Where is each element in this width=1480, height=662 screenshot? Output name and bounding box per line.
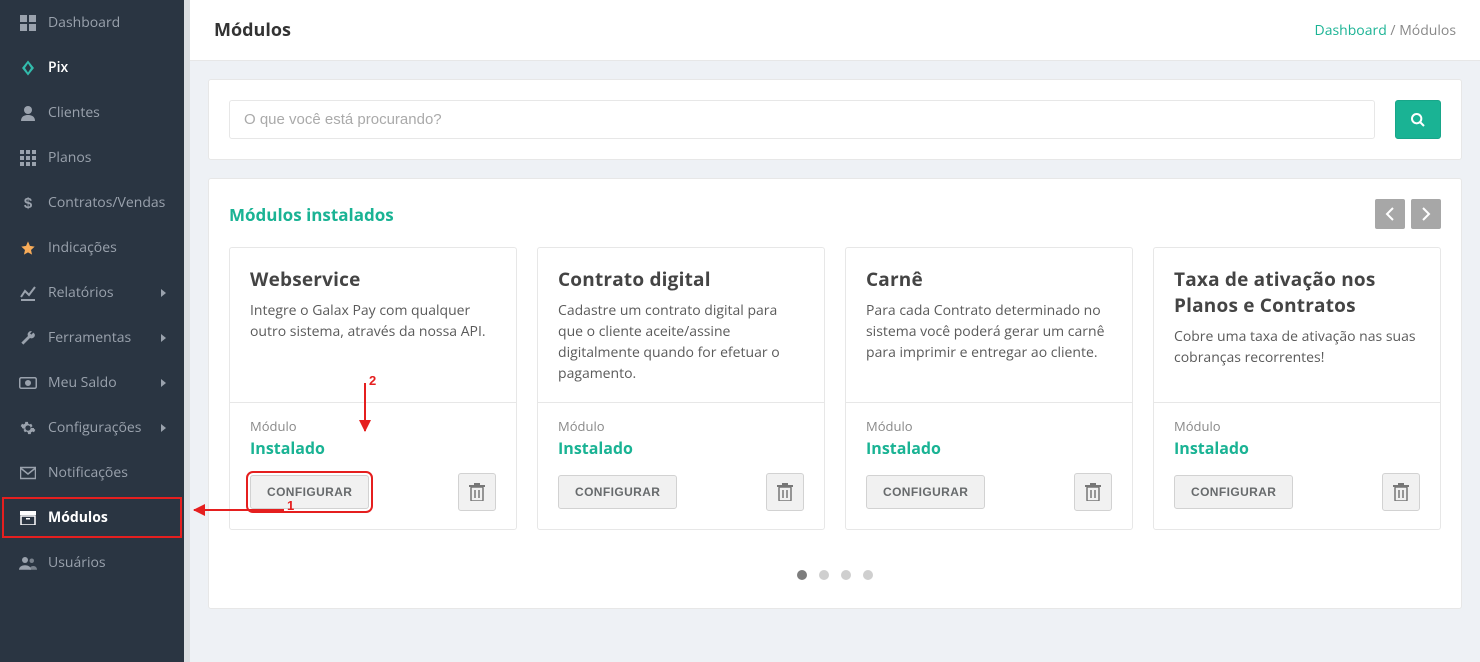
- sidebar-item-label: Módulos: [48, 508, 108, 527]
- gear-icon: [18, 420, 38, 436]
- sidebar-item-meu-saldo[interactable]: Meu Saldo: [0, 360, 184, 405]
- sidebar-item-label: Configurações: [48, 418, 141, 437]
- users-icon: [18, 556, 38, 570]
- module-card-desc: Cadastre um contrato digital para que o …: [558, 300, 804, 384]
- sidebar-item-dashboard[interactable]: Dashboard: [0, 0, 184, 45]
- module-card-title: Contrato digital: [558, 266, 804, 292]
- module-status-label: Módulo: [866, 417, 1112, 435]
- sidebar-item-label: Pix: [48, 58, 68, 77]
- configure-button[interactable]: CONFIGURAR: [558, 475, 677, 509]
- sidebar: Dashboard Pix Clientes Planos $ Contratos/Ven…: [0, 0, 190, 662]
- module-card-title: Taxa de ativação nos Planos e Contratos: [1174, 266, 1420, 318]
- module-card: Taxa de ativação nos Planos e Contratos C…: [1153, 247, 1441, 530]
- archive-icon: [18, 511, 38, 525]
- sidebar-item-label: Relatórios: [48, 283, 114, 302]
- breadcrumb: Dashboard / Módulos: [1315, 21, 1456, 40]
- search-icon: [1410, 112, 1426, 128]
- chevron-right-icon: [161, 424, 166, 432]
- sidebar-item-label: Dashboard: [48, 13, 120, 32]
- search-panel: [208, 79, 1462, 160]
- configure-button[interactable]: CONFIGURAR: [250, 475, 369, 509]
- breadcrumb-link-dashboard[interactable]: Dashboard: [1315, 21, 1387, 40]
- module-status-label: Módulo: [250, 417, 496, 435]
- chevron-left-icon: [1385, 207, 1395, 221]
- sidebar-item-planos[interactable]: Planos: [0, 135, 184, 180]
- main-area: Módulos Dashboard / Módulos Módulos inst…: [190, 0, 1480, 662]
- sidebar-item-contratos-vendas[interactable]: $ Contratos/Vendas: [0, 180, 184, 225]
- module-status-label: Módulo: [558, 417, 804, 435]
- trash-icon: [777, 483, 793, 501]
- page-header: Módulos Dashboard / Módulos: [190, 0, 1480, 61]
- module-status-value: Instalado: [250, 437, 496, 459]
- delete-button[interactable]: [766, 473, 804, 511]
- configure-button[interactable]: CONFIGURAR: [866, 475, 985, 509]
- carousel-dot[interactable]: [819, 570, 829, 580]
- wrench-icon: [18, 330, 38, 346]
- person-icon: [18, 105, 38, 121]
- sidebar-item-pix[interactable]: Pix: [0, 45, 184, 90]
- module-card-title: Carnê: [866, 266, 1112, 292]
- sidebar-item-m-dulos[interactable]: Módulos: [0, 495, 184, 540]
- module-card-desc: Para cada Contrato determinado no sistem…: [866, 300, 1112, 363]
- chevron-right-icon: [161, 289, 166, 297]
- installed-title: Módulos instalados: [229, 203, 394, 226]
- trash-icon: [1393, 483, 1409, 501]
- sidebar-item-label: Planos: [48, 148, 91, 167]
- sidebar-item-label: Notificações: [48, 463, 128, 482]
- module-card: Webservice Integre o Galax Pay com qualqu…: [229, 247, 517, 530]
- carousel-prev-button[interactable]: [1375, 199, 1405, 229]
- module-card: Carnê Para cada Contrato determinado no s…: [845, 247, 1133, 530]
- trash-icon: [469, 483, 485, 501]
- carousel-dot[interactable]: [797, 570, 807, 580]
- page-title: Módulos: [214, 18, 291, 42]
- trash-icon: [1085, 483, 1101, 501]
- dashboard-icon: [18, 15, 38, 31]
- module-card: Contrato digital Cadastre um contrato dig…: [537, 247, 825, 530]
- chart-icon: [18, 285, 38, 301]
- chevron-right-icon: [161, 379, 166, 387]
- carousel-dot[interactable]: [863, 570, 873, 580]
- grid-icon: [18, 150, 38, 166]
- dollar-icon: $: [18, 195, 38, 211]
- carousel-dots: [229, 570, 1441, 588]
- installed-modules-panel: Módulos instalados Webservice Integre o G…: [208, 178, 1462, 609]
- module-status-value: Instalado: [866, 437, 1112, 459]
- sidebar-item-configura-es[interactable]: Configurações: [0, 405, 184, 450]
- svg-text:$: $: [24, 195, 33, 211]
- sidebar-item-label: Indicações: [48, 238, 117, 257]
- delete-button[interactable]: [1074, 473, 1112, 511]
- sidebar-item-label: Usuários: [48, 553, 106, 572]
- sidebar-item-usu-rios[interactable]: Usuários: [0, 540, 184, 585]
- configure-button[interactable]: CONFIGURAR: [1174, 475, 1293, 509]
- star-icon: [18, 240, 38, 256]
- mail-icon: [18, 466, 38, 480]
- module-status-value: Instalado: [558, 437, 804, 459]
- breadcrumb-current: Módulos: [1399, 21, 1456, 40]
- sidebar-item-label: Contratos/Vendas: [48, 193, 165, 212]
- money-icon: [18, 376, 38, 390]
- search-button[interactable]: [1395, 100, 1441, 139]
- module-status-value: Instalado: [1174, 437, 1420, 459]
- sidebar-item-ferramentas[interactable]: Ferramentas: [0, 315, 184, 360]
- module-card-desc: Integre o Galax Pay com qualquer outro s…: [250, 300, 496, 342]
- sidebar-item-label: Clientes: [48, 103, 100, 122]
- module-status-label: Módulo: [1174, 417, 1420, 435]
- carousel-next-button[interactable]: [1411, 199, 1441, 229]
- delete-button[interactable]: [1382, 473, 1420, 511]
- sidebar-item-label: Ferramentas: [48, 328, 131, 347]
- delete-button[interactable]: [458, 473, 496, 511]
- module-card-title: Webservice: [250, 266, 496, 292]
- module-card-desc: Cobre uma taxa de ativação nas suas cobr…: [1174, 326, 1420, 368]
- breadcrumb-sep: /: [1387, 21, 1399, 40]
- carousel-dot[interactable]: [841, 570, 851, 580]
- sidebar-item-indica-es[interactable]: Indicações: [0, 225, 184, 270]
- sidebar-item-notifica-es[interactable]: Notificações: [0, 450, 184, 495]
- search-input[interactable]: [229, 100, 1375, 139]
- pix-icon: [18, 59, 38, 77]
- chevron-right-icon: [161, 334, 166, 342]
- sidebar-item-relat-rios[interactable]: Relatórios: [0, 270, 184, 315]
- sidebar-item-clientes[interactable]: Clientes: [0, 90, 184, 135]
- chevron-right-icon: [1421, 207, 1431, 221]
- sidebar-item-label: Meu Saldo: [48, 373, 117, 392]
